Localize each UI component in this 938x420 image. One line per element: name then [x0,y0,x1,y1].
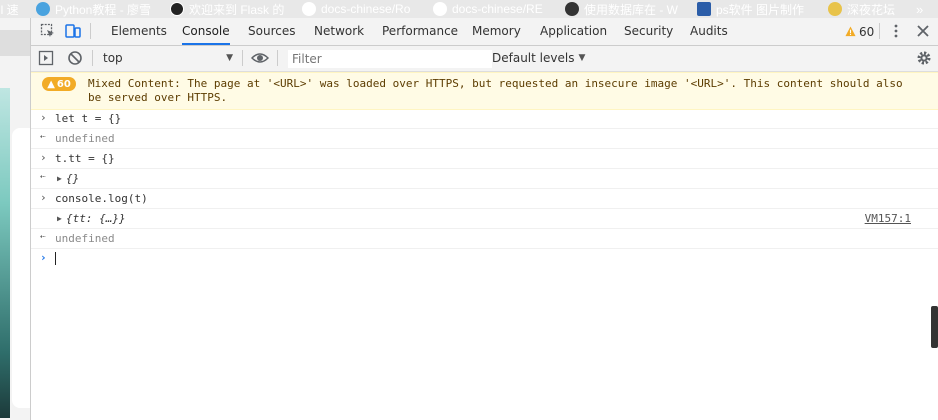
gear-icon[interactable] [916,50,932,66]
console-log-text: {tt: {…}} [66,212,126,225]
warning-message[interactable]: ▲ 60 Mixed Content: The page at '<URL>' … [31,72,938,110]
toolbar-divider [242,50,243,66]
tab-application[interactable]: Application [540,18,607,45]
tab-console[interactable]: Console [182,18,230,45]
bookmark-item[interactable]: 使用数据库在 - W [565,0,678,18]
console-toolbar: top ▼ Default levels ▼ [31,46,938,72]
bookmarks-bar: il 速 Python教程 - 廖雪 欢迎来到 Flask 的 docs-chi… [0,0,938,18]
tab-elements[interactable]: Elements [111,18,167,45]
input-prompt-icon: › [40,191,47,204]
flower-icon [828,2,842,16]
bookmark-item[interactable]: il 速 [0,0,19,18]
page-content-strip [0,18,31,420]
page-panel [12,128,30,408]
console-result-line: ⇠ undefined [31,129,938,149]
scrollbar-thumb[interactable] [931,306,938,348]
filter-input[interactable] [287,49,493,69]
tab-sources[interactable]: Sources [248,18,295,45]
console-log-line[interactable]: ▶ {tt: {…}} VM157:1 [31,209,938,229]
expand-triangle-icon[interactable]: ▶ [57,214,62,223]
toolbar-divider [90,23,91,39]
tab-network[interactable]: Network [314,18,364,45]
bookmark-item[interactable]: docs-chinese/Ro [302,0,410,18]
page-header-stripe [0,30,30,56]
bookmark-label: 欢迎来到 Flask 的 [189,2,285,17]
devtools-tabbar: Elements Console Sources Network Perform… [31,18,938,46]
inspect-element-icon[interactable] [40,23,56,39]
chevron-down-icon: ▼ [578,53,586,63]
console-input-line[interactable]: › console.log(t) [31,189,938,209]
tab-performance[interactable]: Performance [382,18,458,45]
tab-security[interactable]: Security [624,18,673,45]
input-prompt-icon: › [40,251,47,264]
bookmarks-overflow-button[interactable]: » [916,0,923,18]
result-arrow-icon: ⇠ [40,172,46,182]
console-prompt[interactable]: › [31,249,938,269]
console-result-line: ⇠ undefined [31,229,938,249]
bookmark-label: 深夜花坛 [847,2,896,17]
bird-icon [36,2,50,16]
bookmark-label: Python教程 - 廖雪 [55,2,152,17]
bookmark-label: docs-chinese/RE [452,2,543,16]
warning-text: Mixed Content: The page at '<URL>' was l… [88,77,903,104]
console-object-line[interactable]: ⇠ ▶ {} [31,169,938,189]
more-options-icon[interactable] [888,23,904,39]
bookmark-item[interactable]: ps软件 图片制作 [697,0,804,18]
warning-badge-count: 60 [56,78,71,90]
bookmark-item[interactable]: Python教程 - 廖雪 [36,0,151,18]
sidebar-toggle-icon[interactable] [38,50,54,66]
clear-console-icon[interactable] [67,50,83,66]
warning-icon [845,26,856,37]
tab-memory[interactable]: Memory [472,18,521,45]
bookmark-label: 使用数据库在 - W [584,2,678,17]
device-toolbar-icon[interactable] [65,23,81,39]
bookmark-item[interactable]: 深夜花坛 [828,0,895,18]
github-icon [433,2,447,16]
context-select[interactable]: top ▼ [103,46,233,71]
page-banner-image [0,88,10,418]
warning-repeat-badge: ▲ 60 [42,77,76,91]
log-levels-dropdown[interactable]: Default levels ▼ [492,46,585,71]
bookmark-item[interactable]: 欢迎来到 Flask 的 [170,0,284,18]
console-object-text: {} [66,172,80,185]
warning-icon: ▲ [47,78,55,90]
console-input-text: console.log(t) [55,192,148,205]
warning-counter[interactable]: 60 [845,18,874,45]
source-link[interactable]: VM157:1 [865,212,911,225]
context-value: top [103,51,123,65]
flask-icon [170,2,184,16]
github-icon [302,2,316,16]
input-prompt-icon: › [40,111,47,124]
console-input-line[interactable]: › let t = {} [31,109,938,129]
expand-triangle-icon[interactable]: ▶ [57,174,62,183]
toolbar-divider [92,50,93,66]
bookmark-label: docs-chinese/Ro [321,2,411,16]
devtools-panel: Elements Console Sources Network Perform… [31,18,938,420]
text-cursor [55,252,56,265]
console-output[interactable]: ▲ 60 Mixed Content: The page at '<URL>' … [31,72,938,420]
console-input-text: let t = {} [55,112,122,125]
input-prompt-icon: › [40,151,47,164]
close-icon[interactable] [915,23,931,39]
ps-icon [697,2,711,16]
chevron-down-icon: ▼ [226,53,233,63]
bookmark-item[interactable]: docs-chinese/RE [433,0,543,18]
bookmark-label: ps软件 图片制作 [716,2,805,17]
console-result-text: undefined [55,132,115,145]
bookmark-label: il 速 [0,2,19,17]
toolbar-divider [879,23,880,39]
console-input-line[interactable]: › t.tt = {} [31,149,938,169]
tab-audits[interactable]: Audits [690,18,728,45]
warning-count: 60 [859,24,875,39]
result-arrow-icon: ⇠ [40,232,46,242]
eye-icon[interactable] [251,50,269,66]
console-result-text: undefined [55,232,115,245]
log-levels-label: Default levels [492,51,575,65]
w-icon [565,2,579,16]
result-arrow-icon: ⇠ [40,132,46,142]
toolbar-divider [277,50,278,66]
console-input-text: t.tt = {} [55,152,115,165]
